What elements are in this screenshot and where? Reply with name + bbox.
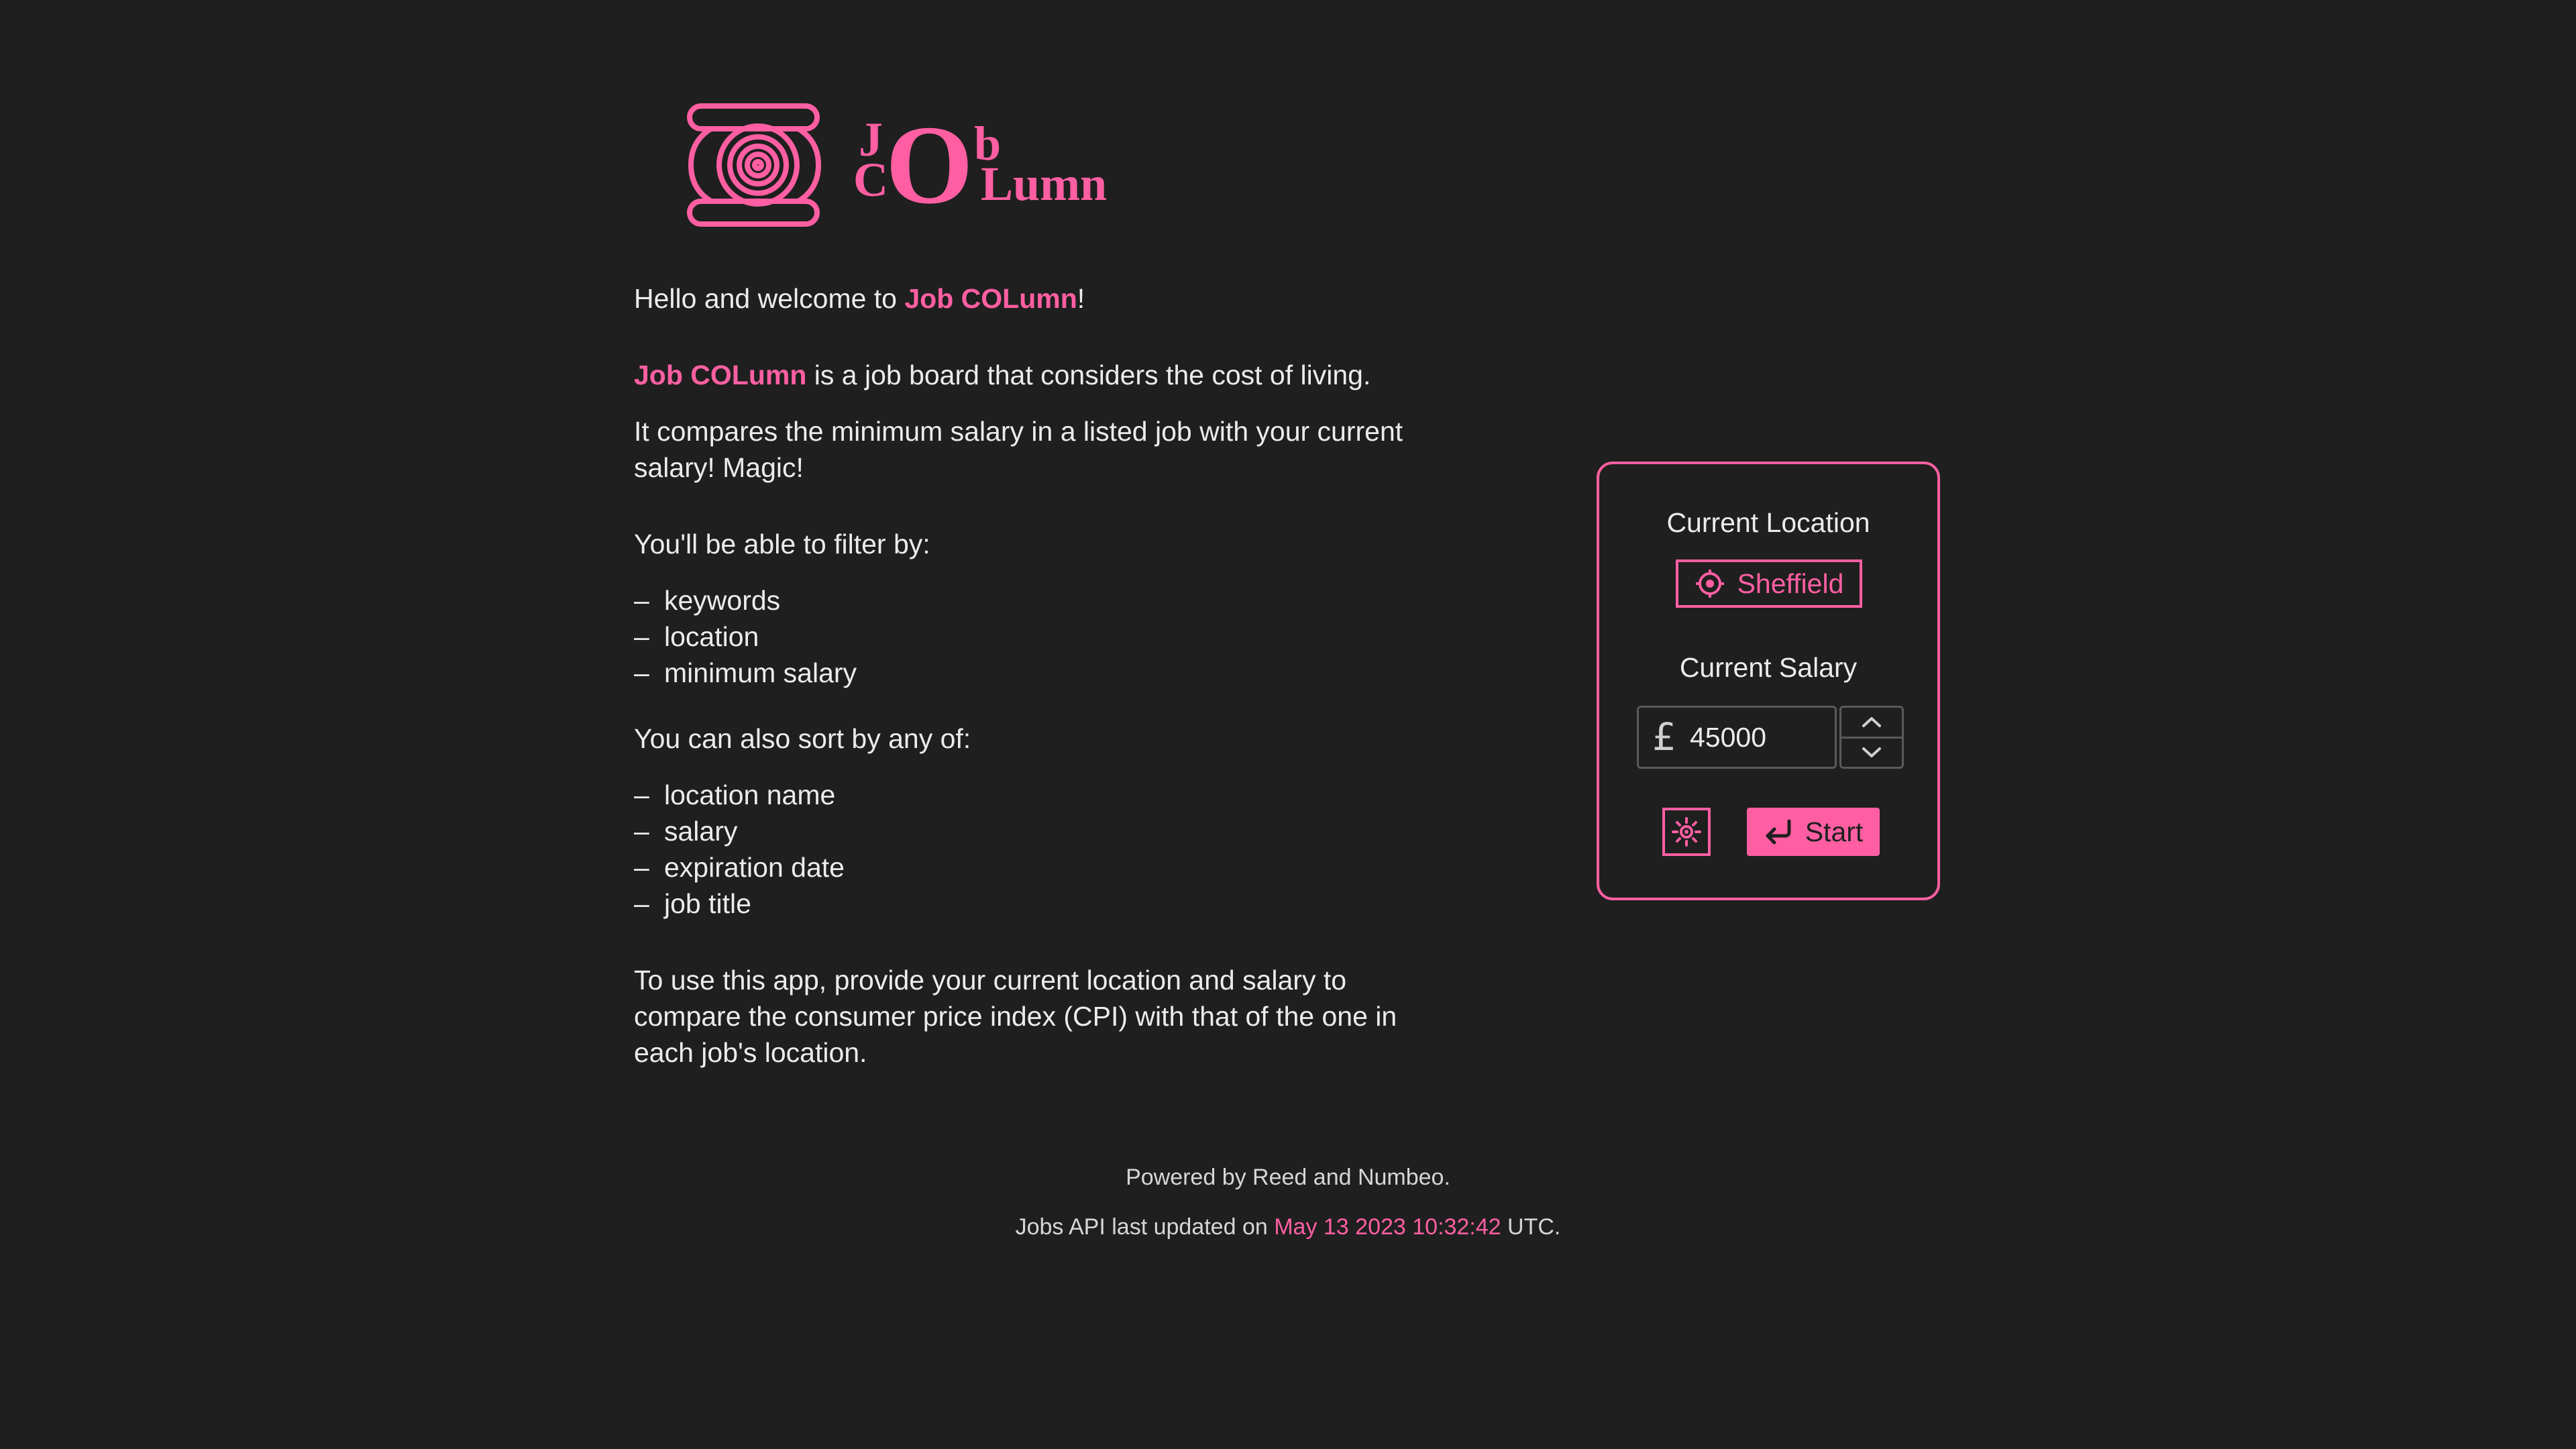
crosshair-icon: [1695, 570, 1724, 598]
api-update-text: Jobs API last updated on May 13 2023 10:…: [0, 1214, 2576, 1240]
logo-letter-c: C: [853, 153, 888, 207]
salary-stepper: [1839, 706, 1904, 769]
brand-name: Job COLumn: [904, 283, 1077, 314]
start-label: Start: [1805, 816, 1864, 847]
chevron-down-icon: [1862, 747, 1881, 757]
logo-letters-lumn: Lumn: [981, 157, 1108, 211]
location-value: Sheffield: [1737, 568, 1844, 599]
list-item: location name: [634, 777, 1426, 813]
brand-name: Job COLumn: [634, 360, 807, 390]
list-item: minimum salary: [634, 655, 1426, 691]
location-button[interactable]: Sheffield: [1676, 559, 1862, 608]
salary-input[interactable]: [1690, 721, 1824, 753]
board-description-text: is a job board that considers the cost o…: [806, 360, 1371, 390]
logo: J C O b Lumn: [684, 101, 1107, 228]
increment-button[interactable]: [1841, 708, 1902, 739]
sort-list: location name salary expiration date job…: [634, 777, 1426, 922]
start-button[interactable]: Start: [1747, 808, 1880, 856]
api-update-suffix: UTC.: [1501, 1214, 1561, 1240]
scroll-logo-icon: [687, 103, 821, 227]
salary-field[interactable]: £: [1637, 706, 1837, 769]
list-item: keywords: [634, 582, 1426, 619]
decrement-button[interactable]: [1841, 739, 1902, 767]
welcome-prefix: Hello and welcome to: [634, 283, 905, 314]
theme-toggle-button[interactable]: [1662, 808, 1711, 856]
settings-card: Current Location Sheffield Current Salar…: [1597, 462, 1940, 900]
chevron-up-icon: [1862, 717, 1881, 728]
list-item: job title: [634, 885, 1426, 922]
welcome-text: Hello and welcome to Job COLumn!: [634, 280, 1426, 317]
filter-list: keywords location minimum salary: [634, 582, 1426, 691]
sun-icon: [1672, 817, 1701, 847]
list-item: location: [634, 619, 1426, 655]
salary-label: Current Salary: [1679, 652, 1858, 683]
list-item: salary: [634, 813, 1426, 849]
powered-by-text: Powered by Reed and Numbeo.: [1126, 1165, 1450, 1190]
enter-arrow-icon: [1766, 819, 1791, 845]
location-label: Current Location: [1666, 507, 1870, 538]
logo-wordmark: J C O b Lumn: [839, 101, 1107, 228]
welcome-suffix: !: [1077, 283, 1085, 314]
logo-letter-o: O: [885, 103, 973, 227]
compare-text: It compares the minimum salary in a list…: [634, 416, 1403, 483]
filter-heading: You'll be able to filter by:: [634, 529, 930, 559]
pound-icon: £: [1652, 715, 1676, 759]
api-update-prefix: Jobs API last updated on: [1015, 1214, 1275, 1240]
intro-section: Hello and welcome to Job COLumn! Job COL…: [634, 280, 1426, 1071]
board-description: Job COLumn is a job board that considers…: [634, 357, 1426, 393]
sort-heading: You can also sort by any of:: [634, 723, 971, 754]
list-item: expiration date: [634, 849, 1426, 885]
usage-text: To use this app, provide your current lo…: [634, 965, 1397, 1068]
api-timestamp: May 13 2023 10:32:42: [1274, 1214, 1501, 1240]
